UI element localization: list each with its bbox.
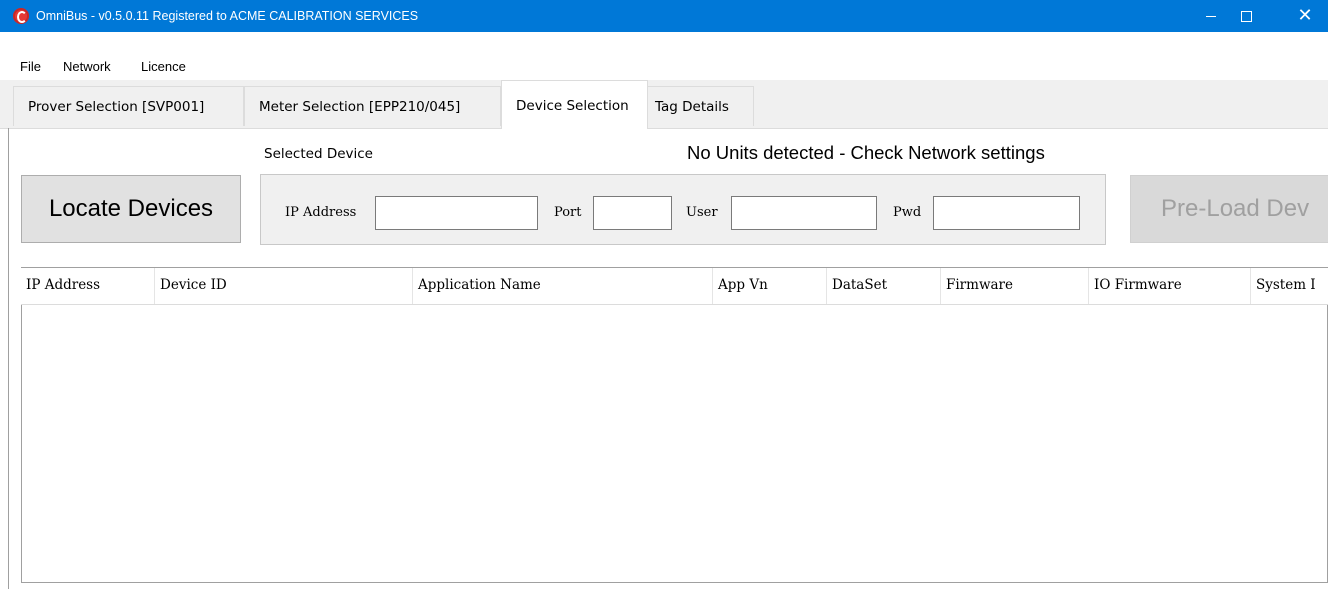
menu-network[interactable]: Network	[63, 58, 111, 76]
tab-tag-details[interactable]: Tag Details	[647, 86, 754, 126]
port-input[interactable]	[593, 196, 672, 230]
app-logo-icon	[13, 8, 29, 24]
menu-licence[interactable]: Licence	[141, 58, 186, 76]
ip-address-label: IP Address	[285, 205, 357, 220]
user-input[interactable]	[731, 196, 877, 230]
column-header-dataset[interactable]: DataSet	[827, 268, 941, 304]
tab-device-selection[interactable]: Device Selection	[501, 80, 648, 129]
window-title: OmniBus - v0.5.0.11 Registered to ACME C…	[36, 9, 419, 23]
panel-left-border	[8, 128, 9, 589]
tab-prover-selection[interactable]: Prover Selection [SVP001]	[13, 86, 244, 126]
device-table[interactable]	[21, 267, 1328, 583]
minimize-icon	[1206, 15, 1216, 17]
network-status-text: No Units detected - Check Network settin…	[687, 142, 1045, 163]
column-header-firmware[interactable]: Firmware	[941, 268, 1089, 304]
column-header-device-id[interactable]: Device ID	[155, 268, 413, 304]
column-header-application-name[interactable]: Application Name	[413, 268, 713, 304]
port-label: Port	[554, 205, 582, 220]
pwd-input[interactable]	[933, 196, 1080, 230]
column-header-system-info[interactable]: System I	[1251, 268, 1328, 304]
ip-address-input[interactable]	[375, 196, 538, 230]
close-icon: ✕	[1297, 5, 1313, 26]
selected-device-label: Selected Device	[264, 146, 373, 162]
pwd-label: Pwd	[893, 205, 922, 220]
column-header-ip-address[interactable]: IP Address	[21, 268, 155, 304]
maximize-button[interactable]	[1223, 0, 1269, 32]
column-header-io-firmware[interactable]: IO Firmware	[1089, 268, 1251, 304]
locate-devices-button[interactable]: Locate Devices	[21, 175, 241, 243]
tab-meter-selection[interactable]: Meter Selection [EPP210/045]	[244, 86, 501, 126]
user-label: User	[686, 205, 718, 220]
title-bar: OmniBus - v0.5.0.11 Registered to ACME C…	[0, 0, 1328, 32]
menu-bar	[0, 32, 1328, 76]
close-button[interactable]: ✕	[1282, 0, 1328, 32]
menu-file[interactable]: File	[20, 58, 41, 76]
preload-device-button[interactable]: Pre-Load Dev	[1130, 175, 1328, 243]
column-header-app-version[interactable]: App Vn	[713, 268, 827, 304]
maximize-icon	[1240, 10, 1252, 22]
